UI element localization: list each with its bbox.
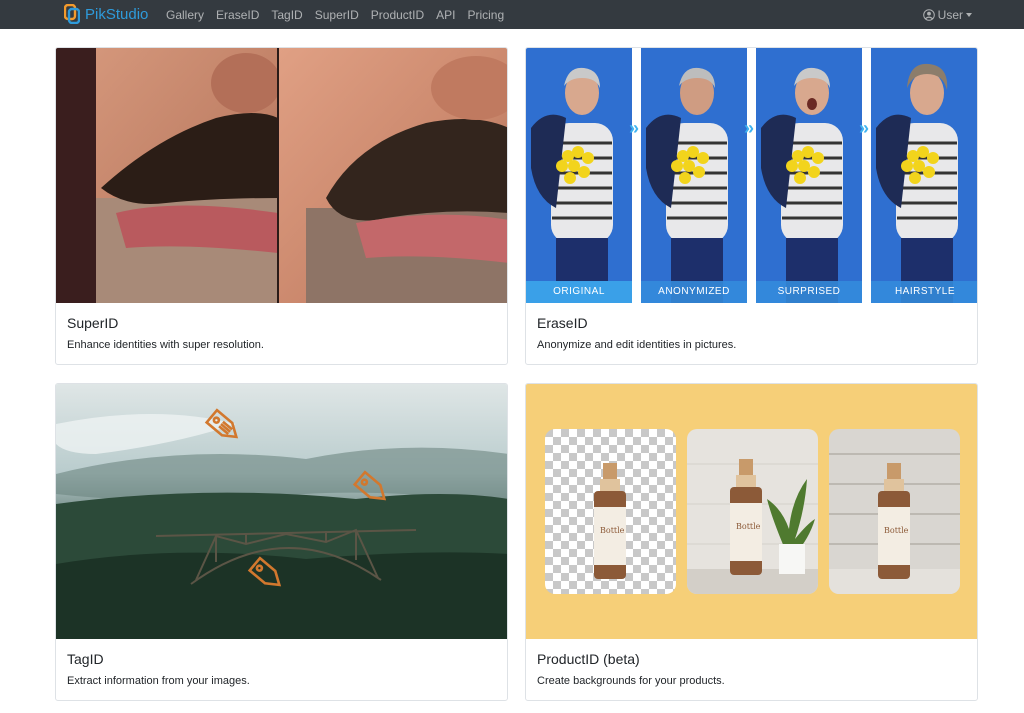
chevron-right-icon: » [859,118,870,138]
card-body: EraseID Anonymize and edit identities in… [526,303,977,364]
product-panel-plant: Bottle [687,429,818,594]
product-panel-wood: Bottle [829,429,960,594]
user-circle-icon [922,8,935,21]
nav-link-eraseid[interactable]: EraseID [210,8,265,22]
card-description: Extract information from your images. [67,675,250,687]
nav-link-api[interactable]: API [430,8,461,22]
card-title: ProductID (beta) [537,651,640,667]
chevron-right-icon: » [744,118,755,138]
brand[interactable]: PikStudio [64,3,148,25]
card-superid[interactable]: SuperID Enhance identities with super re… [55,47,508,365]
card-productid[interactable]: Bottle Bottle Bottle ProductID (beta) Cr… [525,383,978,701]
eraseid-panel-surprised: SURPRISED [756,48,862,303]
card-body: ProductID (beta) Create backgrounds for … [526,639,977,700]
person-photo [641,48,747,303]
card-body: TagID Extract information from your imag… [56,639,507,700]
panel-label: HAIRSTYLE [871,281,977,303]
person-photo [756,48,862,303]
superid-comparison-image [56,48,507,303]
eraseid-panel-original: ORIGINAL [526,48,632,303]
bottle-label: Bottle [736,522,761,531]
user-menu[interactable]: User [922,0,972,29]
bottle-with-plant: Bottle [687,429,818,594]
bottle-label: Bottle [600,526,625,535]
card-description: Anonymize and edit identities in picture… [537,339,737,351]
person-photo [871,48,977,303]
bottle-label: Bottle [884,526,909,535]
nav-link-pricing[interactable]: Pricing [461,8,510,22]
bottle-on-transparent: Bottle [545,429,676,594]
chevron-right-icon: » [629,118,640,138]
card-description: Enhance identities with super resolution… [67,339,264,351]
nav-link-gallery[interactable]: Gallery [160,8,210,22]
panel-label: ANONYMIZED [641,281,747,303]
nav-link-productid[interactable]: ProductID [365,8,430,22]
superid-image [56,48,507,303]
caret-down-icon [966,13,972,17]
forest-bridge-photo [56,384,507,639]
tagid-image [56,384,507,639]
pikstudio-logo-icon [64,4,80,24]
card-eraseid[interactable]: ORIGINAL » ANONYMIZED » SURPRISED » HAIR… [525,47,978,365]
card-title: EraseID [537,315,588,331]
top-navbar: PikStudio Gallery EraseID TagID SuperID … [0,0,1024,29]
panel-label: ORIGINAL [526,281,632,303]
bottle-on-wood: Bottle [829,429,960,594]
nav-links: Gallery EraseID TagID SuperID ProductID … [160,0,510,29]
person-photo [526,48,632,303]
user-menu-label: User [937,7,963,22]
eraseid-panel-anonymized: ANONYMIZED [641,48,747,303]
product-panel-transparent: Bottle [545,429,676,594]
card-tagid[interactable]: TagID Extract information from your imag… [55,383,508,701]
card-body: SuperID Enhance identities with super re… [56,303,507,364]
eraseid-panel-hairstyle: HAIRSTYLE [871,48,977,303]
card-title: TagID [67,651,104,667]
brand-name: PikStudio [85,5,149,23]
eraseid-image: ORIGINAL » ANONYMIZED » SURPRISED » HAIR… [526,48,977,303]
productid-image: Bottle Bottle Bottle [526,384,977,639]
card-title: SuperID [67,315,119,331]
card-description: Create backgrounds for your products. [537,675,725,687]
panel-label: SURPRISED [756,281,862,303]
nav-link-tagid[interactable]: TagID [265,8,308,22]
nav-link-superid[interactable]: SuperID [309,8,365,22]
